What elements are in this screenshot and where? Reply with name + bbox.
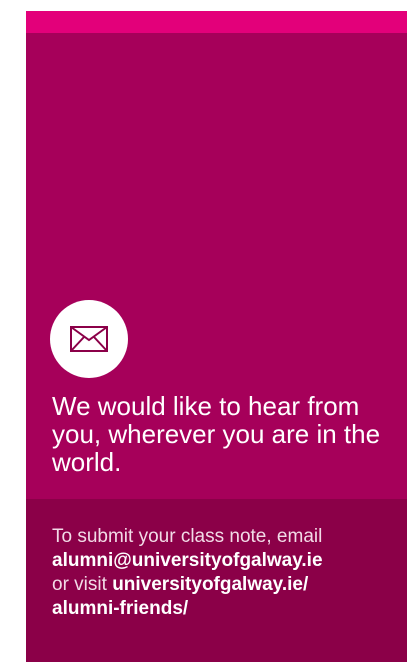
footer-text: To submit your class note, email alumni@… — [52, 525, 402, 621]
class-notes-card: We would like to hear from you, wherever… — [26, 11, 407, 662]
link-url-line-2: alumni-friends/ — [52, 598, 189, 619]
headline: We would like to hear from you, wherever… — [52, 391, 381, 477]
footer-intro-text: To submit your class note, email — [52, 526, 323, 547]
envelope-icon — [70, 326, 108, 352]
top-accent-bar — [26, 11, 407, 33]
link-url-line-1: universityofgalway.ie/ — [112, 574, 309, 595]
envelope-icon-badge — [50, 300, 128, 378]
footer-panel: To submit your class note, email alumni@… — [26, 499, 407, 662]
footer-connector-text: or visit — [52, 574, 107, 595]
email-link[interactable]: alumni@universityofgalway.ie — [52, 550, 323, 571]
